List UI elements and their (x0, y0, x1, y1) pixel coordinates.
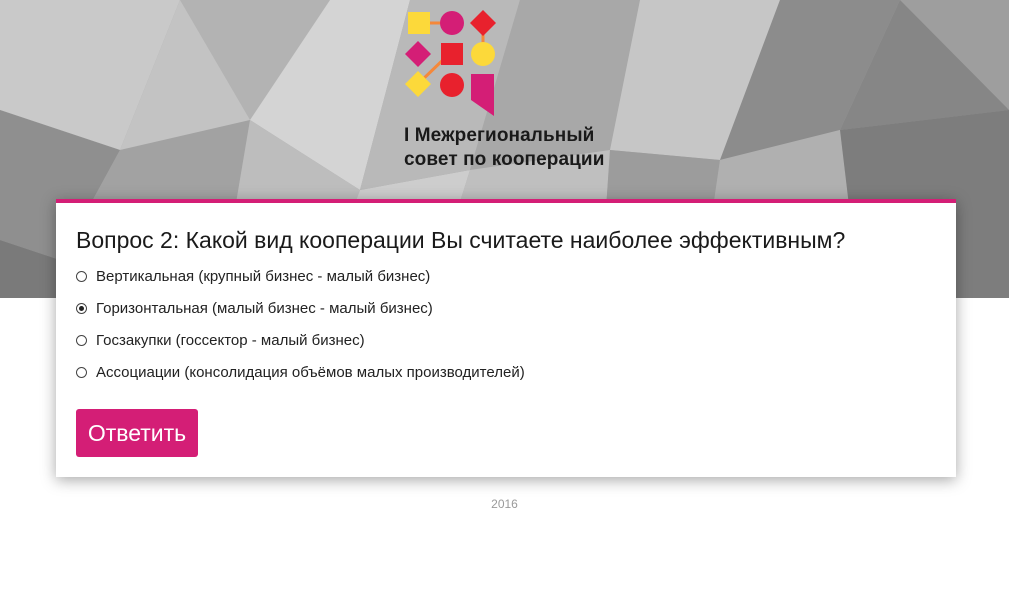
logo: I Межрегиональный совет по кооперации (400, 8, 615, 173)
poll-option-vertical[interactable]: Вертикальная (крупный бизнес - малый биз… (76, 266, 430, 286)
poll-card: Вопрос 2: Какой вид кооперации Вы считае… (56, 199, 956, 477)
poll-option-horizontal[interactable]: Горизонтальная (малый бизнес - малый биз… (76, 298, 433, 318)
submit-button[interactable]: Ответить (76, 409, 198, 457)
logo-title-line2: совет по кооперации (404, 149, 605, 170)
logo-mark (405, 10, 496, 116)
radio-button-selected[interactable] (76, 302, 87, 314)
poll-option-associations[interactable]: Ассоциации (консолидация объёмов малых п… (76, 362, 525, 382)
radio-button[interactable] (76, 366, 87, 378)
option-label: Вертикальная (крупный бизнес - малый биз… (96, 267, 431, 285)
option-label: Ассоциации (консолидация объёмов малых п… (96, 363, 525, 381)
question-title: Вопрос 2: Какой вид кооперации Вы считае… (76, 227, 846, 253)
radio-button[interactable] (76, 270, 87, 282)
footer-year: 2016 (491, 497, 518, 511)
option-label: Горизонтальная (малый бизнес - малый биз… (96, 299, 433, 317)
logo-title-line1: I Межрегиональный (404, 125, 595, 146)
radio-button[interactable] (76, 334, 87, 346)
option-label: Госзакупки (госсектор - малый бизнес) (96, 331, 365, 349)
poll-option-procurement[interactable]: Госзакупки (госсектор - малый бизнес) (76, 330, 365, 350)
